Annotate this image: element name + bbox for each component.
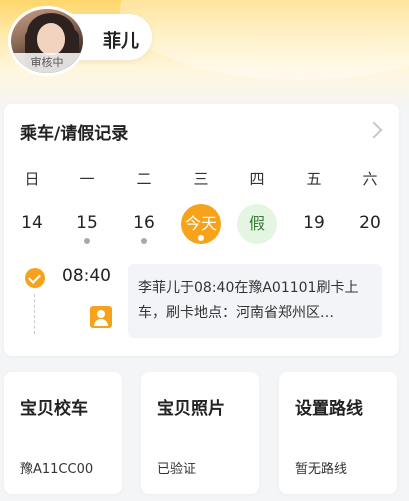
date-cell[interactable]: 16 bbox=[124, 204, 164, 250]
record-dot bbox=[141, 238, 147, 244]
ride-leave-record-card: 乘车/请假记录 日 一 二 三 四 五 六 14 15 16 今天 假 19 2… bbox=[4, 104, 399, 356]
date-cell[interactable]: 15 bbox=[67, 204, 107, 250]
set-route-status: 暂无路线 bbox=[295, 462, 348, 477]
person-card-icon[interactable] bbox=[90, 306, 112, 328]
record-dot bbox=[84, 238, 90, 244]
weekday-fri: 五 bbox=[306, 170, 322, 188]
weekday-sat: 六 bbox=[362, 170, 378, 188]
school-bus-plate: 豫A11CC00 bbox=[20, 462, 94, 477]
baby-photo-card[interactable]: 宝贝照片 已验证 bbox=[141, 372, 259, 494]
date-cell[interactable]: 19 bbox=[294, 204, 334, 250]
weekday-tue: 二 bbox=[136, 170, 152, 188]
set-route-title: 设置路线 bbox=[295, 399, 363, 419]
review-status-badge: 审核中 bbox=[11, 53, 83, 73]
check-circle-icon bbox=[25, 268, 45, 288]
avatar[interactable]: 审核中 bbox=[8, 6, 86, 76]
date-cell-today[interactable]: 今天 bbox=[181, 204, 221, 250]
weekday-mon: 一 bbox=[79, 170, 95, 188]
record-detail-line1: 李菲儿于08:40在豫A01101刷卡上 bbox=[138, 280, 359, 296]
school-bus-card[interactable]: 宝贝校车 豫A11CC00 bbox=[4, 372, 122, 494]
baby-photo-status: 已验证 bbox=[157, 462, 197, 477]
record-detail[interactable]: 李菲儿于08:40在豫A01101刷卡上 车，刷卡地点：河南省郑州区… bbox=[128, 264, 382, 338]
chevron-right-icon[interactable] bbox=[365, 121, 383, 139]
date-cell[interactable]: 20 bbox=[350, 204, 390, 250]
record-title: 乘车/请假记录 bbox=[20, 124, 129, 144]
weekday-sun: 日 bbox=[24, 170, 40, 188]
timeline-line bbox=[34, 294, 35, 334]
baby-photo-title: 宝贝照片 bbox=[157, 399, 225, 419]
record-time: 08:40 bbox=[62, 266, 111, 286]
user-name: 菲儿 bbox=[103, 31, 139, 52]
date-row: 14 15 16 今天 假 19 20 bbox=[4, 204, 399, 252]
record-dot bbox=[198, 235, 204, 241]
date-cell-leave[interactable]: 假 bbox=[237, 204, 277, 250]
date-cell[interactable]: 14 bbox=[12, 204, 52, 250]
weekday-thu: 四 bbox=[249, 170, 265, 188]
set-route-card[interactable]: 设置路线 暂无路线 bbox=[279, 372, 397, 494]
school-bus-title: 宝贝校车 bbox=[20, 399, 88, 419]
weekday-wed: 三 bbox=[193, 170, 209, 188]
record-detail-line2: 车，刷卡地点：河南省郑州区… bbox=[138, 305, 334, 321]
weekday-header-row: 日 一 二 三 四 五 六 bbox=[4, 168, 399, 188]
